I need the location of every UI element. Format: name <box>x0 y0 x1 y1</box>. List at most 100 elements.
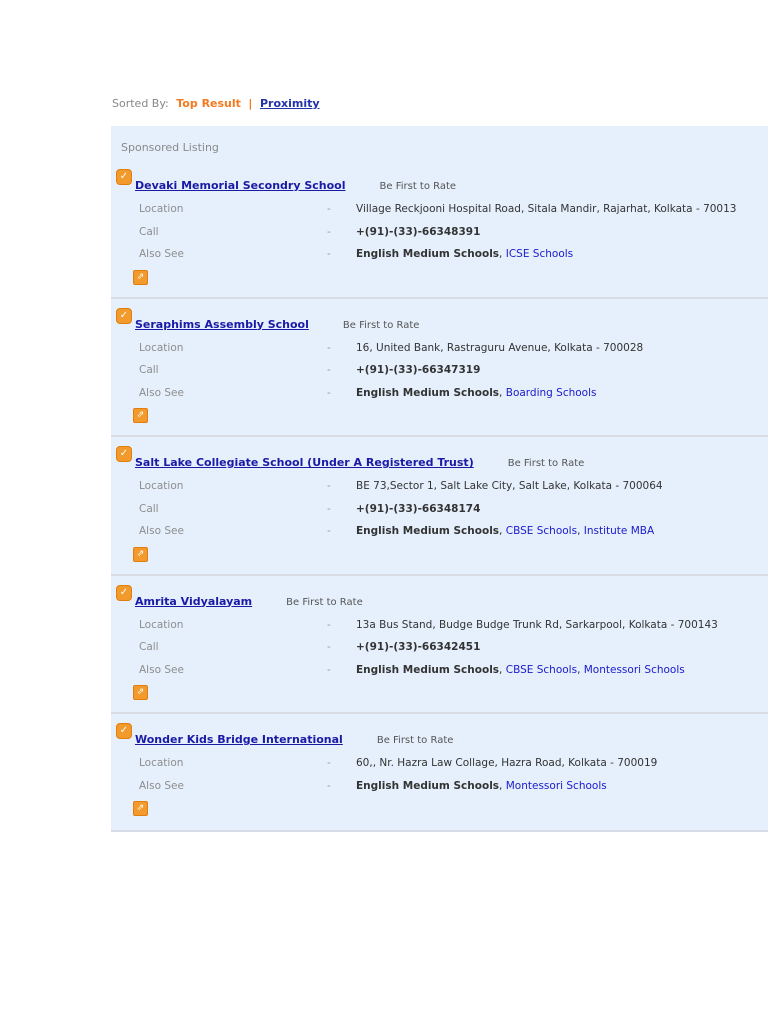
row-value-text: English Medium Schools <box>356 248 500 260</box>
row-label: Call <box>139 364 159 376</box>
row-value: 13a Bus Stand, Budge Budge Trunk Rd, Sar… <box>356 614 768 637</box>
row-value-text: +(91)-(33)-66348391 <box>356 225 481 238</box>
sort-top-result[interactable]: Top Result <box>176 97 241 110</box>
rate-link[interactable]: Be First to Rate <box>343 320 420 331</box>
row-value: 60,, Nr. Hazra Law Collage, Hazra Road, … <box>356 752 768 775</box>
verified-check-icon: ✓ <box>116 446 132 462</box>
share-icon[interactable]: ⇗ <box>133 685 148 700</box>
rate-link[interactable]: Be First to Rate <box>377 735 454 746</box>
comma-separator: , <box>577 663 584 676</box>
row-label: Location <box>139 480 184 492</box>
listing-title-link[interactable]: Amrita Vidyalayam <box>135 595 252 608</box>
listing-item: ✓ Salt Lake Collegiate School (Under A Re… <box>111 446 768 576</box>
listing-title-line: ✓ Amrita Vidyalayam Be First to Rate <box>111 584 768 614</box>
row-value-text: +(91)-(33)-66348174 <box>356 502 481 515</box>
row-dash: - <box>327 341 331 354</box>
comma-separator: , <box>499 525 506 537</box>
verified-check-icon: ✓ <box>116 169 132 185</box>
comma-separator: , <box>499 779 506 792</box>
row-label: Call <box>139 225 159 238</box>
row-value-text: +(91)-(33)-66342451 <box>356 641 481 653</box>
listing-title-line: ✓ Seraphims Assembly School Be First to Ra… <box>111 307 768 337</box>
row-value: English Medium Schools, ICSE Schools <box>356 243 768 266</box>
also-see-link[interactable]: CBSE Schools <box>506 525 577 537</box>
row-value-text: English Medium Schools <box>356 525 500 537</box>
row-label: Also See <box>139 248 184 260</box>
row-label: Call <box>139 502 159 515</box>
row-dash: - <box>327 641 331 653</box>
listing-title-line: ✓ Wonder Kids Bridge International Be Firs… <box>111 723 768 752</box>
rate-link[interactable]: Be First to Rate <box>380 181 457 192</box>
row-label: Also See <box>139 386 184 399</box>
also-see-link[interactable]: Boarding Schools <box>506 387 597 399</box>
listing-row-location: Location - 16, United Bank, Rastraguru Ave… <box>111 337 768 360</box>
listing-row-also-see: Also See - English Medium Schools, CBSE Sc… <box>111 520 768 543</box>
rate-link[interactable]: Be First to Rate <box>508 458 585 469</box>
also-see-link[interactable]: Montessori Schools <box>584 664 685 676</box>
listing-row-location: Location - 60,, Nr. Hazra Law Collage, Haz… <box>111 752 768 775</box>
sort-proximity-link[interactable]: Proximity <box>260 97 320 110</box>
row-label: Call <box>139 641 159 653</box>
listing-row-also-see: Also See - English Medium Schools, Boardin… <box>111 382 768 405</box>
row-dash: - <box>327 618 331 631</box>
also-see-link[interactable]: ICSE Schools <box>506 248 573 260</box>
verified-check-icon: ✓ <box>116 723 132 739</box>
listing-title-link[interactable]: Salt Lake Collegiate School (Under A Reg… <box>135 456 474 469</box>
listing-row-location: Location - BE 73,Sector 1, Salt Lake City,… <box>111 475 768 498</box>
share-icon[interactable]: ⇗ <box>133 546 148 562</box>
listing-title-link[interactable]: Wonder Kids Bridge International <box>135 733 343 746</box>
sponsored-listing-heading: Sponsored Listing <box>121 141 219 154</box>
row-value-text: Village Reckjooni Hospital Road, Sitala … <box>356 203 737 215</box>
row-value-text: English Medium Schools <box>356 663 500 676</box>
listing-title-line: ✓ Salt Lake Collegiate School (Under A Re… <box>111 446 768 475</box>
row-value-text: BE 73,Sector 1, Salt Lake City, Salt Lak… <box>356 480 663 492</box>
listing-item: ✓ Seraphims Assembly School Be First to Ra… <box>111 307 768 437</box>
row-dash: - <box>327 364 331 376</box>
row-dash: - <box>327 203 331 215</box>
row-value: English Medium Schools, Montessori Schoo… <box>356 775 768 798</box>
comma-separator: , <box>499 386 506 399</box>
listing-title-link[interactable]: Seraphims Assembly School <box>135 318 309 331</box>
row-label: Location <box>139 203 184 215</box>
comma-separator: , <box>499 663 506 676</box>
comma-separator: , <box>499 248 506 260</box>
row-value-text: 13a Bus Stand, Budge Budge Trunk Rd, Sar… <box>356 618 718 631</box>
listing-title-line: ✓ Devaki Memorial Secondry School Be First… <box>111 169 768 198</box>
verified-check-icon: ✓ <box>116 584 132 601</box>
listing-title-link[interactable]: Devaki Memorial Secondry School <box>135 179 346 192</box>
row-value: +(91)-(33)-66348391 <box>356 221 768 244</box>
listings-panel: Sponsored Listing ✓ Devaki Memorial Secon… <box>111 126 768 832</box>
row-value: 16, United Bank, Rastraguru Avenue, Kolk… <box>356 337 768 360</box>
row-value-text: 16, United Bank, Rastraguru Avenue, Kolk… <box>356 341 644 354</box>
listings-container: ✓ Devaki Memorial Secondry School Be First… <box>111 169 768 830</box>
verified-check-icon: ✓ <box>116 307 132 324</box>
share-icon[interactable]: ⇗ <box>133 801 148 816</box>
also-see-link[interactable]: Montessori Schools <box>506 780 607 792</box>
row-label: Location <box>139 341 184 354</box>
row-label: Location <box>139 757 184 769</box>
row-value-text: 60,, Nr. Hazra Law Collage, Hazra Road, … <box>356 757 658 769</box>
row-label: Also See <box>139 663 184 676</box>
share-icon[interactable]: ⇗ <box>133 269 148 285</box>
row-value-text: English Medium Schools <box>356 779 500 792</box>
listing-row-call: Call - +(91)-(33)-66342451 <box>111 636 768 659</box>
row-dash: - <box>327 525 331 537</box>
listing-row-call: Call - +(91)-(33)-66348174 <box>111 498 768 521</box>
listing-item: ✓ Wonder Kids Bridge International Be Firs… <box>111 723 768 830</box>
row-label: Also See <box>139 525 184 537</box>
listing-row-call: Call - +(91)-(33)-66348391 <box>111 221 768 244</box>
rate-link[interactable]: Be First to Rate <box>286 597 363 608</box>
row-dash: - <box>327 757 331 769</box>
row-dash: - <box>327 225 331 238</box>
row-value: English Medium Schools, CBSE Schools, In… <box>356 520 768 543</box>
also-see-link[interactable]: CBSE Schools <box>506 664 577 676</box>
listing-row-also-see: Also See - English Medium Schools, Montess… <box>111 775 768 798</box>
also-see-link[interactable]: Institute MBA <box>584 525 654 537</box>
row-value: Village Reckjooni Hospital Road, Sitala … <box>356 198 768 221</box>
row-dash: - <box>327 663 331 676</box>
row-label: Also See <box>139 779 184 792</box>
share-icon[interactable]: ⇗ <box>133 408 148 423</box>
listing-row-also-see: Also See - English Medium Schools, CBSE Sc… <box>111 659 768 682</box>
row-dash: - <box>327 386 331 399</box>
row-value: English Medium Schools, Boarding Schools <box>356 382 768 405</box>
